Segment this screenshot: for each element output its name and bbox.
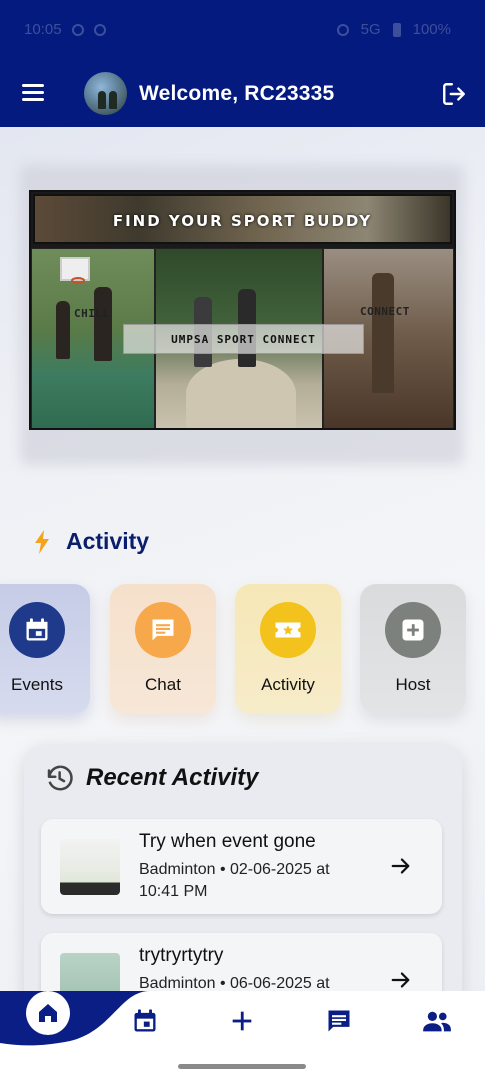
notification-icon (71, 23, 84, 36)
banner-image[interactable]: FIND YOUR SPORT BUDDY CHILL CONNECT UMPS… (29, 190, 456, 430)
banner-center-label: UMPSA SPORT CONNECT (171, 333, 316, 346)
calendar-icon[interactable] (131, 1007, 159, 1035)
ticket-star-icon (275, 622, 301, 638)
recent-item-subtitle: Badminton • 02-06-2025 at 10:41 PM (139, 861, 330, 900)
bottom-navigation (0, 991, 485, 1080)
chat-card-label: Chat (145, 675, 181, 694)
bolt-icon (35, 529, 49, 554)
activity-card-label: Activity (261, 675, 315, 694)
welcome-text: Welcome, RC23335 (139, 82, 335, 105)
activity-section-header: Activity (32, 528, 149, 555)
people-icon[interactable] (422, 1007, 452, 1035)
activity-card[interactable]: Activity (235, 584, 341, 714)
notification-icon (93, 23, 106, 36)
banner-label-chill: CHILL (74, 307, 110, 320)
banner-headline: FIND YOUR SPORT BUDDY (112, 212, 373, 230)
network-label: 5G (360, 21, 381, 38)
nav-home-button[interactable] (26, 991, 70, 1035)
chat-icon-circle (135, 602, 191, 658)
basketball-hoop-graphic (60, 257, 90, 284)
banner-center-label-box: UMPSA SPORT CONNECT (123, 324, 364, 354)
recent-activity-header: Recent Activity (44, 763, 259, 793)
recent-item-title: Try when event gone (139, 831, 316, 852)
recent-activity-title: Recent Activity (86, 764, 259, 791)
system-home-indicator[interactable] (178, 1064, 306, 1069)
home-icon (39, 1004, 57, 1022)
event-thumbnail (60, 839, 120, 895)
do-not-disturb-icon (336, 23, 349, 36)
host-card[interactable]: Host (360, 584, 466, 714)
host-card-label: Host (395, 675, 431, 694)
activity-section-title: Activity (66, 528, 150, 554)
battery-icon (392, 22, 401, 37)
events-card[interactable]: Events (0, 584, 90, 714)
arrow-right-icon[interactable] (390, 969, 412, 991)
add-icon[interactable] (228, 1007, 256, 1035)
logout-icon[interactable] (441, 81, 467, 107)
chat-card[interactable]: Chat (110, 584, 216, 714)
chat-icon (152, 619, 174, 641)
avatar[interactable] (84, 72, 127, 115)
events-icon-circle (9, 602, 65, 658)
activity-icon-circle (260, 602, 316, 658)
host-icon-circle (385, 602, 441, 658)
banner-top-strip: FIND YOUR SPORT BUDDY (33, 194, 452, 244)
chat-icon[interactable] (325, 1007, 353, 1035)
status-bar: 10:05 5G 100% (0, 0, 485, 62)
app-bar: Welcome, RC23335 (0, 62, 485, 127)
activity-cards: Events Chat Activity Host (0, 584, 485, 714)
arrow-right-icon[interactable] (390, 855, 412, 877)
recent-item-title: trytryrtytry (139, 945, 224, 966)
recent-activity-item[interactable]: Try when event gone Badminton • 02-06-20… (41, 819, 442, 914)
trail-graphic (186, 359, 296, 428)
hamburger-menu-icon[interactable] (22, 84, 44, 102)
calendar-icon (26, 618, 48, 641)
battery-percent: 100% (412, 21, 451, 38)
history-icon (47, 765, 73, 791)
banner-label-connect: CONNECT (360, 305, 410, 318)
status-time: 10:05 (24, 21, 62, 38)
events-card-label: Events (11, 675, 63, 694)
add-box-icon (402, 619, 424, 641)
